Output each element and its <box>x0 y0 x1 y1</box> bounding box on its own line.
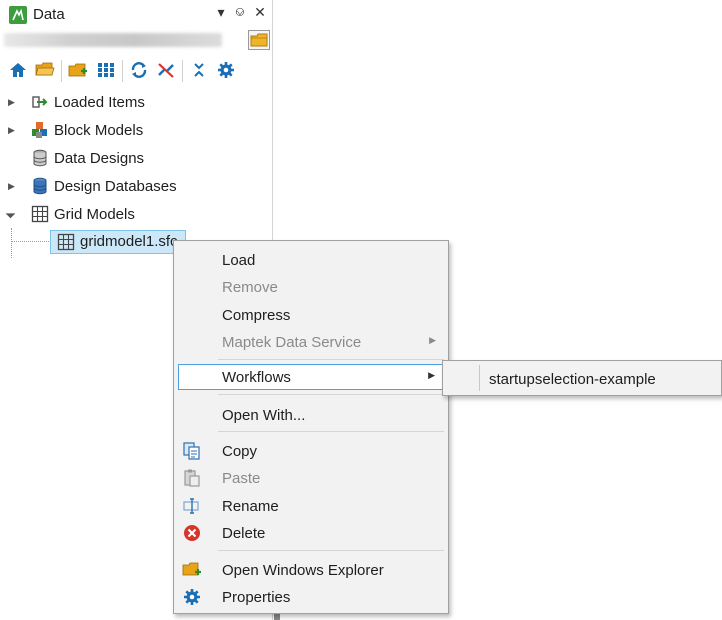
menu-item-maptek-data-service[interactable]: Maptek Data Service ▶ <box>174 329 448 355</box>
database-icon <box>31 149 49 167</box>
submenu-arrow-icon: ▶ <box>429 335 436 345</box>
menu-item-label: Open Windows Explorer <box>222 562 384 579</box>
browse-folder-button[interactable] <box>248 30 270 50</box>
tree-item-label: Loaded Items <box>54 93 145 111</box>
menu-item-delete[interactable]: Delete <box>174 520 448 546</box>
menu-item-label: Rename <box>222 498 279 515</box>
dropdown-icon[interactable]: ▾ <box>212 3 230 21</box>
collapse-all-icon[interactable] <box>188 59 210 81</box>
toolbar-separator <box>61 60 62 82</box>
close-icon[interactable]: ✕ <box>251 3 269 21</box>
grid-icon <box>31 205 49 223</box>
delete-icon <box>182 523 202 543</box>
path-field[interactable] <box>4 33 222 47</box>
refresh-icon[interactable] <box>128 59 150 81</box>
folder-open-icon[interactable] <box>34 59 56 81</box>
menu-item-rename[interactable]: Rename <box>174 493 448 519</box>
workflows-submenu: startupselection-example <box>442 360 722 396</box>
pin-icon[interactable]: ⎉ <box>231 3 249 21</box>
menu-item-label: Paste <box>222 470 261 487</box>
menu-item-copy[interactable]: Copy <box>174 438 448 464</box>
expand-arrow-icon[interactable]: ▶ <box>8 181 18 191</box>
submenu-arrow-icon: ▶ <box>428 370 435 380</box>
design-database-icon <box>31 177 49 195</box>
toolbar-separator <box>182 60 183 82</box>
block-models-icon <box>31 121 49 139</box>
copy-icon <box>182 441 202 461</box>
tree-item-block-models[interactable]: ▶ Block Models <box>0 116 272 144</box>
tree-item-gridmodel1[interactable]: gridmodel1.sfc <box>50 230 186 254</box>
menu-item-compress[interactable]: Compress <box>174 302 448 328</box>
menu-item-label: Properties <box>222 589 291 606</box>
app-logo-icon <box>9 6 27 24</box>
menu-separator <box>218 431 444 432</box>
tree-connector <box>11 241 49 242</box>
data-toolbar <box>0 57 272 85</box>
menu-item-label: Copy <box>222 443 258 460</box>
grid-icon <box>57 233 75 251</box>
tree-item-loaded-items[interactable]: ▶ Loaded Items <box>0 88 272 116</box>
context-menu: Load Remove Compress Maptek Data Service… <box>173 240 449 614</box>
menu-separator <box>218 394 444 395</box>
toolbar-separator <box>122 60 123 82</box>
collapse-arrow-icon[interactable]: ◢ <box>5 207 19 221</box>
tree-item-label: Data Designs <box>54 149 145 167</box>
loaded-items-icon <box>31 93 49 111</box>
explorer-folder-icon <box>182 560 202 580</box>
menu-item-workflows[interactable]: Workflows ▶ <box>178 364 443 390</box>
menu-item-label: Delete <box>222 525 266 542</box>
tree-item-label: Block Models <box>54 121 144 139</box>
menu-gutter <box>479 365 480 391</box>
folder-icon <box>250 33 268 47</box>
settings-icon[interactable] <box>215 59 237 81</box>
tree-item-data-designs[interactable]: Data Designs <box>0 144 272 172</box>
tree-item-grid-models[interactable]: ◢ Grid Models <box>0 200 272 228</box>
menu-item-label: Open With... <box>222 407 306 424</box>
expand-arrow-icon[interactable]: ▶ <box>8 97 18 107</box>
path-bar <box>0 29 272 51</box>
home-icon[interactable] <box>7 59 29 81</box>
disconnect-icon[interactable] <box>155 59 177 81</box>
tree-item-label: Grid Models <box>54 205 135 223</box>
menu-item-properties[interactable]: Properties <box>174 584 448 610</box>
properties-icon <box>182 587 202 607</box>
panel-title-bar: Data ▾ ⎉ ✕ <box>0 0 272 28</box>
tree-connector <box>11 228 12 258</box>
menu-item-load[interactable]: Load <box>174 247 448 273</box>
menu-item-label: Load <box>222 252 256 269</box>
menu-item-label: Maptek Data Service <box>222 334 362 351</box>
tree-item-design-databases[interactable]: ▶ Design Databases <box>0 172 272 200</box>
menu-separator <box>218 359 444 360</box>
menu-item-open-with[interactable]: Open With... <box>174 402 448 428</box>
menu-item-remove[interactable]: Remove <box>174 274 448 300</box>
menu-item-open-windows-explorer[interactable]: Open Windows Explorer <box>174 557 448 583</box>
menu-separator <box>218 550 444 551</box>
menu-item-label: Compress <box>222 307 291 324</box>
grid-view-icon[interactable] <box>95 59 117 81</box>
menu-item-label: Workflows <box>222 369 291 386</box>
expand-arrow-icon[interactable]: ▶ <box>8 125 18 135</box>
add-folder-icon[interactable] <box>67 59 89 81</box>
rename-icon <box>182 496 202 516</box>
menu-item-paste[interactable]: Paste <box>174 465 448 491</box>
tree-item-label: gridmodel1.sfc <box>80 233 178 250</box>
submenu-item-startupselection-example[interactable]: startupselection-example <box>489 371 656 388</box>
tree-item-label: Design Databases <box>54 177 177 195</box>
panel-title: Data <box>33 6 65 23</box>
paste-icon <box>182 468 202 488</box>
menu-item-label: Remove <box>222 279 278 296</box>
